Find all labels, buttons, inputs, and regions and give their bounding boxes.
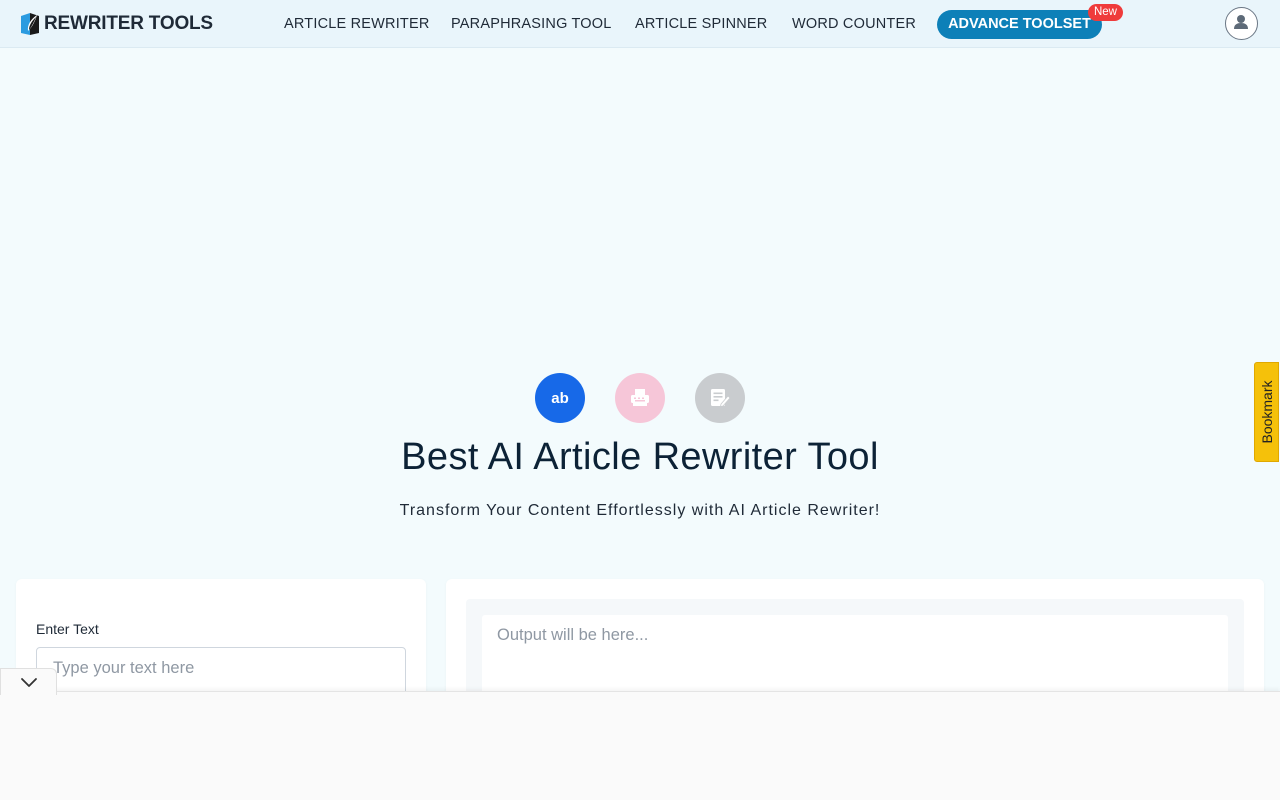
ab-icon-text: ab [551, 389, 569, 407]
bookmark-label: Bookmark [1258, 380, 1275, 444]
input-label: Enter Text [36, 621, 99, 637]
chevron-down-icon [21, 678, 37, 687]
typewriter-icon[interactable] [615, 373, 665, 423]
nav-article-rewriter[interactable]: ARTICLE REWRITER [284, 16, 430, 32]
output-placeholder: Output will be here... [497, 626, 649, 644]
ab-icon[interactable]: ab [535, 373, 585, 423]
nav-word-counter[interactable]: WORD COUNTER [792, 16, 916, 32]
top-header: REWRITER TOOLS ARTICLE REWRITER PARAPHRA… [0, 0, 1280, 48]
bottom-ad-bar [0, 691, 1280, 800]
nav-article-spinner[interactable]: ARTICLE SPINNER [635, 16, 767, 32]
page-title: Best AI Article Rewriter Tool [401, 436, 879, 478]
edit-document-icon[interactable] [695, 373, 745, 423]
user-icon [1234, 15, 1248, 29]
nav-paraphrasing-tool[interactable]: PARAPHRASING TOOL [451, 16, 612, 32]
user-account-button[interactable] [1225, 7, 1258, 40]
brand-logo[interactable]: REWRITER TOOLS [20, 11, 213, 37]
advance-toolset-button[interactable]: ADVANCE TOOLSET [937, 10, 1102, 39]
collapse-ad-button[interactable] [0, 668, 57, 695]
page-subtitle: Transform Your Content Effortlessly with… [399, 502, 881, 519]
pen-nib-icon [20, 12, 41, 36]
brand-name: REWRITER TOOLS [44, 13, 213, 34]
bookmark-tab[interactable]: Bookmark [1254, 362, 1279, 462]
new-badge: New [1088, 4, 1123, 21]
